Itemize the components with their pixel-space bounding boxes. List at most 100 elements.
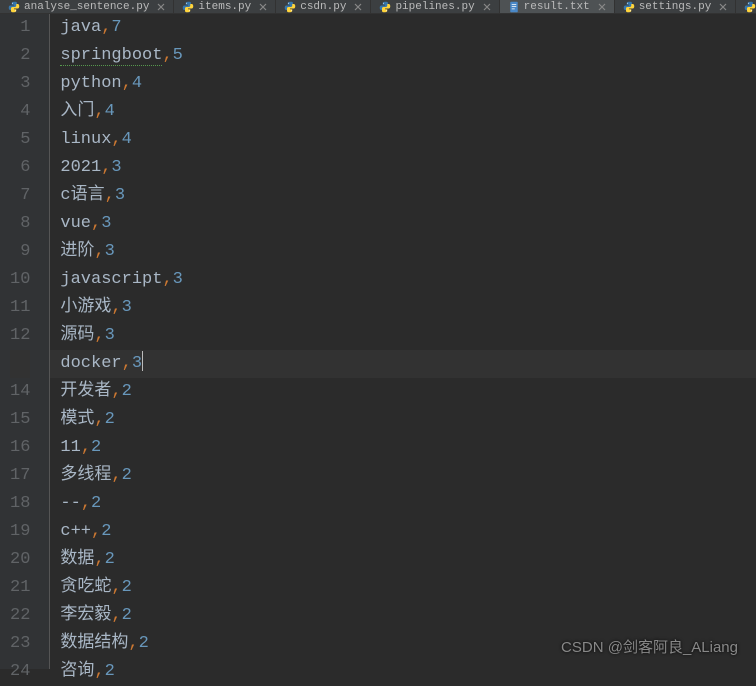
code-line[interactable]: linux,4 <box>50 126 756 154</box>
code-token-word: 数据 <box>60 550 94 569</box>
code-line[interactable]: --,2 <box>50 490 756 518</box>
code-token-word: linux <box>60 130 111 149</box>
close-tab-icon[interactable] <box>719 3 727 11</box>
code-token-comma: , <box>122 354 132 373</box>
code-token-word: 11 <box>60 438 80 457</box>
code-token-number: 2 <box>105 410 115 429</box>
code-line[interactable]: 2021,3 <box>50 154 756 182</box>
editor-tab-bar: analyse_sentence.py items.pycsdn.pypipeli… <box>0 0 756 14</box>
close-tab-icon[interactable] <box>598 3 606 11</box>
code-token-comma: , <box>111 606 121 625</box>
code-token-number: 4 <box>105 102 115 121</box>
line-number: 9 <box>10 238 30 266</box>
code-token-word: -- <box>60 494 80 513</box>
text-caret <box>142 351 143 371</box>
line-number: 1 <box>10 14 30 42</box>
line-number: 17 <box>10 462 30 490</box>
editor-tab[interactable]: main.py <box>736 0 756 13</box>
code-token-word: 进阶 <box>60 242 94 261</box>
editor-tab[interactable]: pipelines.py <box>371 0 499 13</box>
code-line[interactable]: 小游戏,3 <box>50 294 756 322</box>
code-token-comma: , <box>111 578 121 597</box>
code-token-comma: , <box>94 242 104 261</box>
code-token-word: 2021 <box>60 158 101 177</box>
code-token-number: 2 <box>91 438 101 457</box>
text-file-icon <box>508 1 520 13</box>
tab-label: analyse_sentence.py <box>24 1 149 13</box>
code-line[interactable]: 源码,3 <box>50 322 756 350</box>
code-token-number: 2 <box>91 494 101 513</box>
editor-tab[interactable]: csdn.py <box>276 0 371 13</box>
code-token-word: 入门 <box>60 102 94 121</box>
code-token-comma: , <box>81 494 91 513</box>
code-line[interactable]: java,7 <box>50 14 756 42</box>
line-number <box>10 350 30 378</box>
code-token-number: 4 <box>122 130 132 149</box>
code-token-number: 2 <box>105 662 115 681</box>
code-line[interactable]: 李宏毅,2 <box>50 602 756 630</box>
code-token-number: 2 <box>122 382 132 401</box>
code-token-word: 源码 <box>60 326 94 345</box>
code-token-word: 开发者 <box>60 382 111 401</box>
code-token-word: 模式 <box>60 410 94 429</box>
code-token-word: docker <box>60 354 121 373</box>
code-token-comma: , <box>111 130 121 149</box>
code-token-number: 5 <box>173 46 183 65</box>
code-token-number: 3 <box>101 214 111 233</box>
editor-tab[interactable]: settings.py <box>615 0 737 13</box>
code-token-comma: , <box>94 662 104 681</box>
code-line[interactable]: 贪吃蛇,2 <box>50 574 756 602</box>
code-line[interactable]: python,4 <box>50 70 756 98</box>
code-content[interactable]: java,7springboot,5python,4入门,4linux,4202… <box>50 14 756 669</box>
close-tab-icon[interactable] <box>157 3 165 11</box>
code-token-word: 多线程 <box>60 466 111 485</box>
code-line[interactable]: 模式,2 <box>50 406 756 434</box>
code-line[interactable]: docker,3 <box>50 350 756 378</box>
code-line[interactable]: 11,2 <box>50 434 756 462</box>
editor-tab[interactable]: items.py <box>174 0 276 13</box>
code-token-number: 3 <box>173 270 183 289</box>
code-token-comma: , <box>111 382 121 401</box>
code-token-comma: , <box>128 634 138 653</box>
line-number: 11 <box>10 294 30 322</box>
code-token-comma: , <box>81 438 91 457</box>
code-token-word: 贪吃蛇 <box>60 578 111 597</box>
close-tab-icon[interactable] <box>259 3 267 11</box>
code-token-number: 2 <box>105 550 115 569</box>
code-line[interactable]: c++,2 <box>50 518 756 546</box>
line-number: 4 <box>10 98 30 126</box>
line-number: 23 <box>10 630 30 658</box>
line-number: 18 <box>10 490 30 518</box>
watermark-text: CSDN @剑客阿良_ALiang <box>561 636 738 657</box>
code-token-number: 2 <box>101 522 111 541</box>
code-line[interactable]: springboot,5 <box>50 42 756 70</box>
code-line[interactable]: 数据,2 <box>50 546 756 574</box>
python-file-icon <box>8 1 20 13</box>
close-tab-icon[interactable] <box>483 3 491 11</box>
code-line[interactable]: vue,3 <box>50 210 756 238</box>
code-line[interactable]: 入门,4 <box>50 98 756 126</box>
code-token-word: c++ <box>60 522 91 541</box>
line-number: 8 <box>10 210 30 238</box>
line-number: 6 <box>10 154 30 182</box>
code-line[interactable]: 多线程,2 <box>50 462 756 490</box>
code-line[interactable]: c语言,3 <box>50 182 756 210</box>
code-line[interactable]: javascript,3 <box>50 266 756 294</box>
code-token-comma: , <box>94 410 104 429</box>
python-file-icon <box>623 1 635 13</box>
code-token-word: springboot <box>60 46 162 66</box>
close-tab-icon[interactable] <box>354 3 362 11</box>
code-token-comma: , <box>91 522 101 541</box>
code-line[interactable]: 咨询,2 <box>50 658 756 686</box>
line-number: 21 <box>10 574 30 602</box>
code-line[interactable]: 进阶,3 <box>50 238 756 266</box>
code-line[interactable]: 开发者,2 <box>50 378 756 406</box>
editor-tab[interactable]: result.txt <box>500 0 615 13</box>
line-number: 16 <box>10 434 30 462</box>
line-number: 7 <box>10 182 30 210</box>
code-token-word: javascript <box>60 270 162 289</box>
line-number: 3 <box>10 70 30 98</box>
code-token-word: 咨询 <box>60 662 94 681</box>
editor-tab[interactable]: analyse_sentence.py <box>0 0 174 13</box>
code-token-number: 3 <box>105 242 115 261</box>
